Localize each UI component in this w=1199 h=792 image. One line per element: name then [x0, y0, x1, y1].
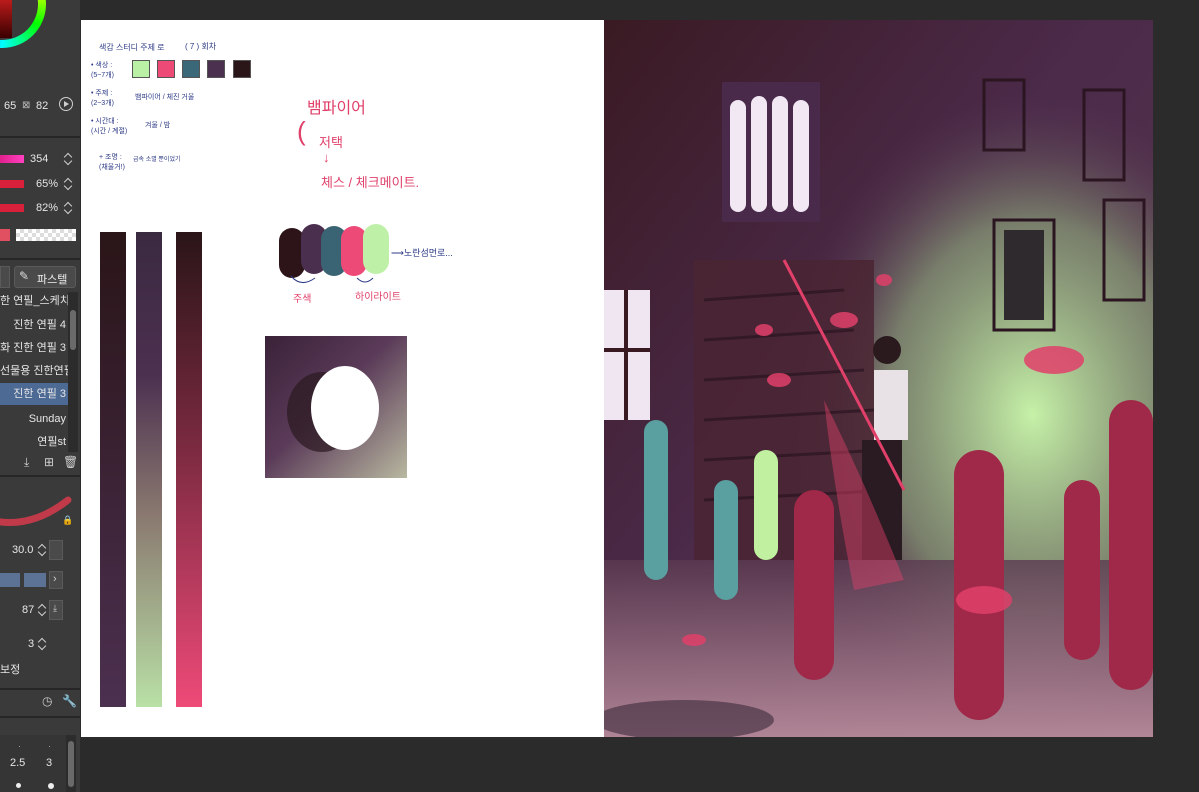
brush-size-option[interactable]: 3 — [46, 757, 52, 769]
yellow-green-arrow-note: ⟶노란섬먼로... — [391, 248, 453, 258]
transparent-color-chip[interactable] — [16, 229, 76, 241]
value-readout: 82 — [36, 100, 49, 112]
brush-dot-icon[interactable] — [16, 783, 21, 788]
brush-size-menu-button[interactable] — [49, 540, 63, 560]
play-icon[interactable] — [59, 97, 73, 111]
saturation-value: 65% — [36, 178, 59, 190]
time-label: • 시간대 : (시간 / 계절) — [91, 118, 128, 135]
hue-slider[interactable] — [0, 155, 24, 163]
hue-value: 354 — [30, 153, 49, 165]
gradient-bar — [100, 232, 126, 707]
brightness-slider[interactable] — [0, 204, 24, 212]
hue-spinner[interactable] — [64, 152, 72, 166]
tool-tab-prev[interactable] — [0, 266, 10, 288]
palette-swatch — [207, 60, 225, 78]
main-color-label: 주색 — [293, 294, 312, 305]
brightness-value: 82% — [36, 202, 59, 214]
palette-swatch — [233, 60, 251, 78]
palette-scrollbar[interactable] — [66, 735, 76, 792]
link-icon: ⊠ — [22, 100, 31, 111]
subtool-item[interactable]: 화 진한 연필 3 — [0, 337, 68, 359]
pastel-tool-label: 파스텔 — [37, 274, 68, 286]
level-value: 3 — [28, 638, 35, 650]
divider — [0, 258, 80, 260]
lock-icon[interactable]: 🔒 — [62, 515, 73, 526]
palette-swatch — [157, 60, 175, 78]
highlight-label: 하이라이트 — [355, 292, 401, 303]
download-icon[interactable]: ⤓ — [24, 455, 29, 470]
texture-chip[interactable] — [24, 573, 46, 587]
extra-label: + 조명 : (채울거!) — [99, 154, 125, 171]
drawing-canvas[interactable]: 색감 스터디 주제 로 ( 7 ) 회차 • 색상 : (5~7개) • 주제 … — [81, 20, 1153, 737]
brush-size-value: 30.0 — [12, 544, 34, 556]
brush-size-option[interactable]: 2.5 — [10, 757, 25, 769]
main-color-chip[interactable] — [0, 229, 10, 241]
divider — [0, 475, 80, 477]
palette-swatch — [132, 60, 150, 78]
bracket-glyph: ( — [297, 116, 306, 146]
brush-stroke-preview — [0, 490, 80, 535]
subtool-item[interactable]: 한 연필_스케치 — [0, 290, 68, 312]
subtool-item[interactable]: Sunday — [0, 408, 68, 430]
trash-icon[interactable]: 🗑 — [63, 455, 78, 469]
opacity-value: 87 — [22, 604, 35, 616]
pastel-tool-tab[interactable]: ✎ 파스텔 — [14, 266, 76, 288]
divider — [0, 688, 80, 690]
clock-icon[interactable]: ◷ — [42, 694, 52, 708]
brush-size-palette: · · 2.5 3 — [0, 735, 66, 792]
divider — [0, 136, 80, 138]
saturation-readout: 65 — [4, 100, 17, 112]
brush-size-spinner[interactable] — [38, 543, 46, 557]
subtool-item[interactable]: 진한 연필 4 — [0, 314, 68, 336]
subtool-item[interactable]: 연필st — [0, 431, 68, 453]
color-label: • 색상 : (5~7개) — [91, 62, 114, 79]
saturation-slider[interactable] — [0, 180, 24, 188]
saturation-value-square[interactable] — [0, 0, 12, 38]
add-subtool-icon[interactable]: ⊞ — [44, 455, 54, 469]
idea-mansion: 저택 — [319, 135, 343, 150]
brightness-spinner[interactable] — [64, 201, 72, 215]
gradient-bar — [136, 232, 162, 707]
scrollbar-thumb[interactable] — [70, 310, 76, 350]
theme-value: 뱀파이어 / 체진 거울 — [135, 94, 195, 101]
brush-dot-icon[interactable] — [48, 783, 54, 789]
divider — [0, 716, 80, 718]
saturation-spinner[interactable] — [64, 177, 72, 191]
vampire-mansion-illustration — [604, 20, 1153, 737]
texture-chip[interactable] — [0, 573, 20, 587]
chevron-right-icon[interactable]: › — [49, 571, 63, 589]
idea-arrow: ↓ — [323, 150, 330, 165]
value-study-thumbnail — [265, 336, 407, 478]
opacity-menu-button[interactable]: ⤓ — [49, 600, 63, 620]
idea-chess: 체스 / 체크메이트. — [321, 175, 420, 190]
theme-label: • 주제 : (2~3개) — [91, 90, 114, 107]
color-blob — [363, 224, 389, 274]
palette-swatch — [182, 60, 200, 78]
pencil-icon: ✎ — [19, 269, 30, 283]
study-session-count: ( 7 ) 회차 — [185, 42, 217, 51]
gradient-bar — [176, 232, 202, 707]
subtool-item-selected[interactable]: 진한 연필 3 — [0, 383, 68, 405]
extra-value: 급속 소멸 뿐이었기 — [133, 157, 181, 163]
level-spinner[interactable] — [38, 637, 46, 651]
time-value: 겨울 / 밤 — [145, 122, 171, 129]
subtool-scrollbar[interactable] — [68, 292, 78, 452]
correction-label: 보정 — [0, 664, 21, 676]
subtool-item[interactable]: 선물용 진한연필 — [0, 360, 68, 382]
scrollbar-thumb[interactable] — [68, 741, 74, 787]
wrench-icon[interactable]: 🔧 — [62, 694, 77, 708]
idea-vampire: 뱀파이어 — [307, 100, 366, 117]
tool-panel: 65 ⊠ 82 354 65% 82% ✎ 파스텔 한 연필_스케치 진한 연필… — [0, 0, 80, 792]
opacity-spinner[interactable] — [38, 603, 46, 617]
study-title: 색감 스터디 주제 로 — [99, 43, 165, 52]
